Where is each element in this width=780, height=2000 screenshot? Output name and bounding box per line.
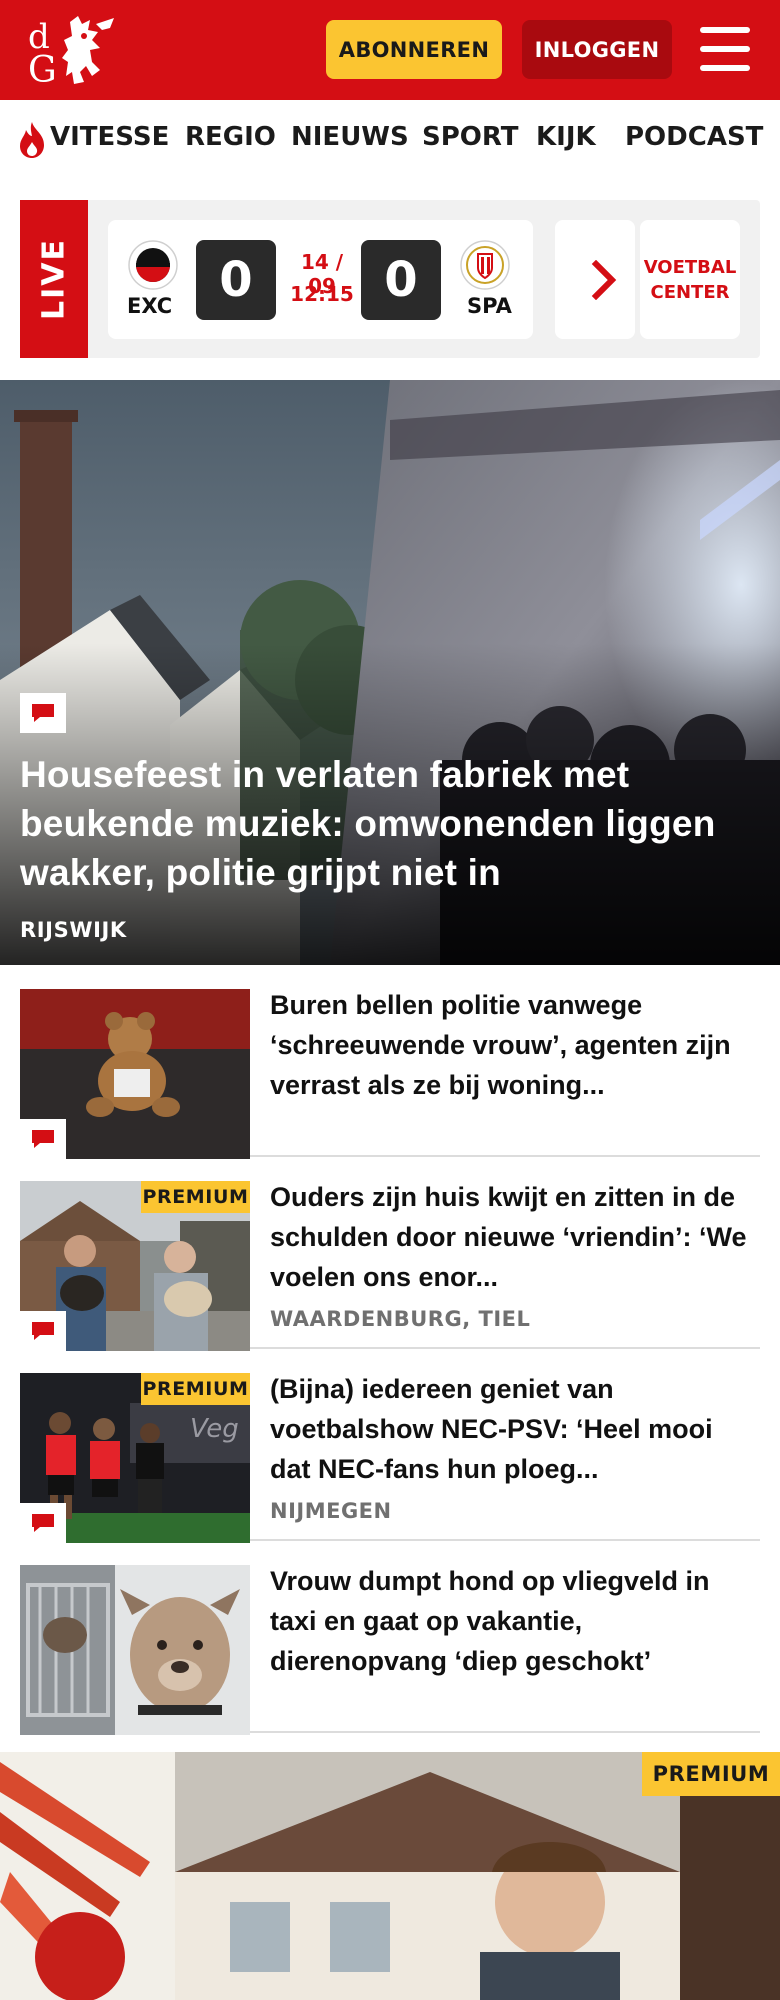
premium-badge: PREMIUM (642, 1752, 780, 1796)
hero-title[interactable]: Housefeest in verlaten fabriek met beuke… (20, 750, 740, 897)
excelsior-badge-icon (128, 240, 178, 290)
list-item[interactable]: Vrouw dumpt hond op vliegveld in taxi en… (20, 1561, 760, 1735)
main-nav: VITESSE REGIO NIEUWS SPORT KIJK PODCAST (0, 100, 780, 180)
comment-icon (32, 704, 54, 722)
list-item[interactable]: Veg PREMIUM (Bijna) iedereen geniet van … (20, 1369, 760, 1543)
live-label: LIVE (20, 200, 88, 358)
comments-badge (20, 1503, 66, 1543)
sparta-badge-icon (460, 240, 510, 290)
chevron-right-icon[interactable] (590, 260, 618, 300)
nav-item-podcast[interactable]: PODCAST (625, 122, 763, 152)
article-title[interactable]: Buren bellen politie vanwege ‘schreeuwen… (270, 985, 760, 1105)
away-score: 0 (361, 240, 441, 320)
comments-badge (20, 1311, 66, 1351)
article-title[interactable]: (Bijna) iedereen geniet van voetbalshow … (270, 1369, 760, 1489)
article-location: NIJMEGEN (270, 1499, 392, 1523)
login-button[interactable]: INLOGGEN (522, 20, 672, 79)
comments-badge (20, 693, 66, 733)
voetbal-center-link[interactable]: VOETBAL CENTER (640, 220, 740, 339)
match-card[interactable]: EXC 0 14 / 09 12:15 0 SPA (108, 220, 533, 339)
comments-badge (20, 1119, 66, 1159)
nav-item-nieuws[interactable]: NIEUWS (291, 122, 409, 152)
list-item[interactable]: Buren bellen politie vanwege ‘schreeuwen… (20, 985, 760, 1159)
flame-icon (20, 122, 44, 158)
article-thumbnail (20, 1565, 250, 1735)
article-title[interactable]: Ouders zijn huis kwijt en zitten in de s… (270, 1177, 760, 1297)
home-team-abbr: EXC (127, 294, 173, 318)
comment-icon (32, 1514, 54, 1532)
list-item[interactable]: PREMIUM Ouders zijn huis kwijt en zitten… (20, 1177, 760, 1351)
premium-badge: PREMIUM (141, 1373, 250, 1405)
match-time: 12:15 (290, 282, 354, 306)
article-thumbnail: PREMIUM (20, 1181, 250, 1351)
hamburger-menu-icon[interactable] (700, 27, 752, 71)
comment-icon (32, 1322, 54, 1340)
nav-item-regio[interactable]: REGIO (185, 122, 276, 152)
svg-text:Veg: Veg (190, 1414, 239, 1444)
logo-mark-icon: d G (28, 16, 114, 91)
premium-badge: PREMIUM (141, 1181, 250, 1213)
article-title[interactable]: Vrouw dumpt hond op vliegveld in taxi en… (270, 1561, 760, 1681)
article-thumbnail: Veg PREMIUM (20, 1373, 250, 1543)
hero-article[interactable]: Housefeest in verlaten fabriek met beuke… (0, 380, 780, 965)
svg-text:G: G (28, 50, 57, 86)
nav-item-vitesse[interactable]: VITESSE (50, 122, 169, 152)
subscribe-button[interactable]: ABONNEREN (326, 20, 502, 79)
article-thumbnail (20, 989, 250, 1159)
article-location: WAARDENBURG, TIEL (270, 1307, 531, 1331)
live-score-bar: LIVE EXC 0 14 / 09 12:15 0 SPA VOETBAL C… (20, 200, 760, 358)
dog-in-crate-image (20, 1565, 250, 1735)
top-header: d G ABONNEREN INLOGGEN (0, 0, 780, 100)
hero-location: RIJSWIJK (20, 918, 127, 942)
feature-article[interactable]: PREMIUM (0, 1752, 780, 2000)
comment-icon (32, 1130, 54, 1148)
home-score: 0 (196, 240, 276, 320)
site-logo[interactable]: d G (26, 14, 120, 91)
away-team-abbr: SPA (467, 294, 512, 318)
nav-item-sport[interactable]: SPORT (422, 122, 518, 152)
nav-item-kijk[interactable]: KIJK (536, 122, 596, 152)
